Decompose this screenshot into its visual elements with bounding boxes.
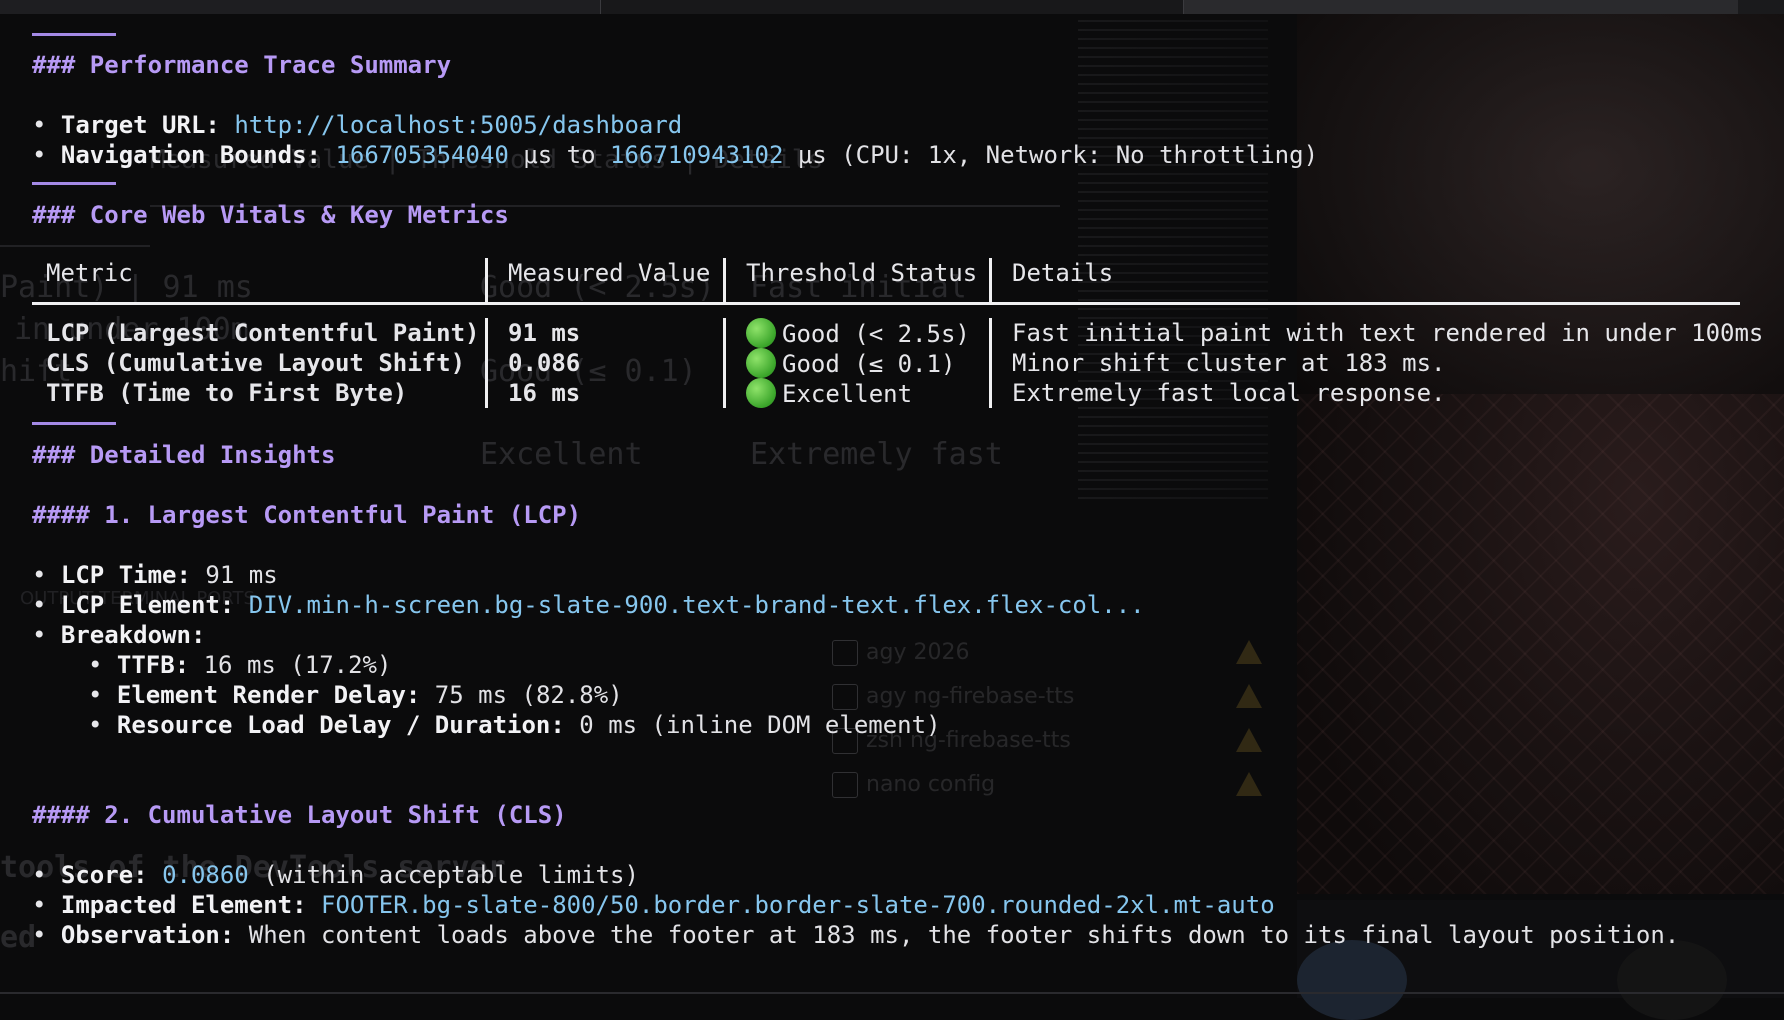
divider: [0, 992, 1784, 994]
list-item: • LCP Time: 91 ms: [32, 561, 278, 589]
lcp-heading: #### 1. Largest Contentful Paint (LCP): [32, 501, 582, 529]
insights-heading: ### Detailed Insights: [32, 441, 336, 469]
list-item: • Impacted Element: FOOTER.bg-slate-800/…: [32, 891, 1275, 919]
summary-heading: ### Performance Trace Summary: [32, 51, 452, 79]
tab-segment[interactable]: [601, 0, 1183, 14]
background-photo: [1297, 14, 1784, 894]
table-row: CLS (Cumulative Layout Shift) 0.086 Good…: [46, 348, 1446, 378]
divider: [32, 422, 116, 425]
column-header: Metric: [46, 259, 133, 287]
ghost-text: Excellent: [480, 437, 643, 472]
ghost-terminal-item: nano config: [832, 772, 1262, 802]
ghost-terminal-item: agy 2026: [832, 640, 1262, 670]
list-item-target-url: • Target URL: http://localhost:5005/dash…: [32, 111, 683, 139]
column-header: Threshold Status: [746, 259, 978, 287]
divider: [32, 33, 116, 36]
tab-segment[interactable]: [0, 0, 601, 14]
table-header: Metric Measured Value Threshold Status D…: [32, 258, 1740, 288]
list-item-nav-bounds: • Navigation Bounds: 166705354040 μs to …: [32, 141, 1319, 169]
warning-icon: [1236, 684, 1262, 708]
list-item-nested: • TTFB: 16 ms (17.2%): [88, 651, 392, 679]
table-row: LCP (Largest Contentful Paint) 91 ms Goo…: [46, 318, 1764, 348]
tab-segment[interactable]: [1738, 0, 1784, 14]
warning-icon: [1236, 728, 1262, 752]
warning-icon: [1236, 640, 1262, 664]
list-item: • LCP Element: DIV.min-h-screen.bg-slate…: [32, 591, 1145, 619]
table-row: TTFB (Time to First Byte) 16 ms Excellen…: [46, 378, 1446, 408]
green-circle-icon: [746, 318, 776, 348]
list-item: • Score: 0.0860 (within acceptable limit…: [32, 861, 639, 889]
list-item: • Observation: When content loads above …: [32, 921, 1680, 949]
terminal-icon: [832, 640, 858, 666]
ghost-text: ed: [0, 920, 37, 955]
green-circle-icon: [746, 378, 776, 408]
table-header-rule: [32, 302, 1740, 305]
target-url-link[interactable]: http://localhost:5005/dashboard: [234, 111, 682, 139]
terminal-icon: [832, 772, 858, 798]
cls-heading: #### 2. Cumulative Layout Shift (CLS): [32, 801, 567, 829]
list-item-nested: • Element Render Delay: 75 ms (82.8%): [88, 681, 623, 709]
list-item-nested: • Resource Load Delay / Duration: 0 ms (…: [88, 711, 941, 739]
warning-icon: [1236, 772, 1262, 796]
green-circle-icon: [746, 348, 776, 378]
column-header: Details: [1012, 259, 1114, 287]
terminal-icon: [832, 684, 858, 710]
window-tab-bar: [0, 0, 1784, 14]
divider: [32, 182, 116, 185]
ghost-text: Extremely fast: [750, 437, 1003, 472]
column-header: Measured Value: [508, 259, 711, 287]
list-item: • Breakdown:: [32, 621, 206, 649]
tab-segment-active[interactable]: [1183, 0, 1739, 14]
vitals-heading: ### Core Web Vitals & Key Metrics: [32, 201, 509, 229]
